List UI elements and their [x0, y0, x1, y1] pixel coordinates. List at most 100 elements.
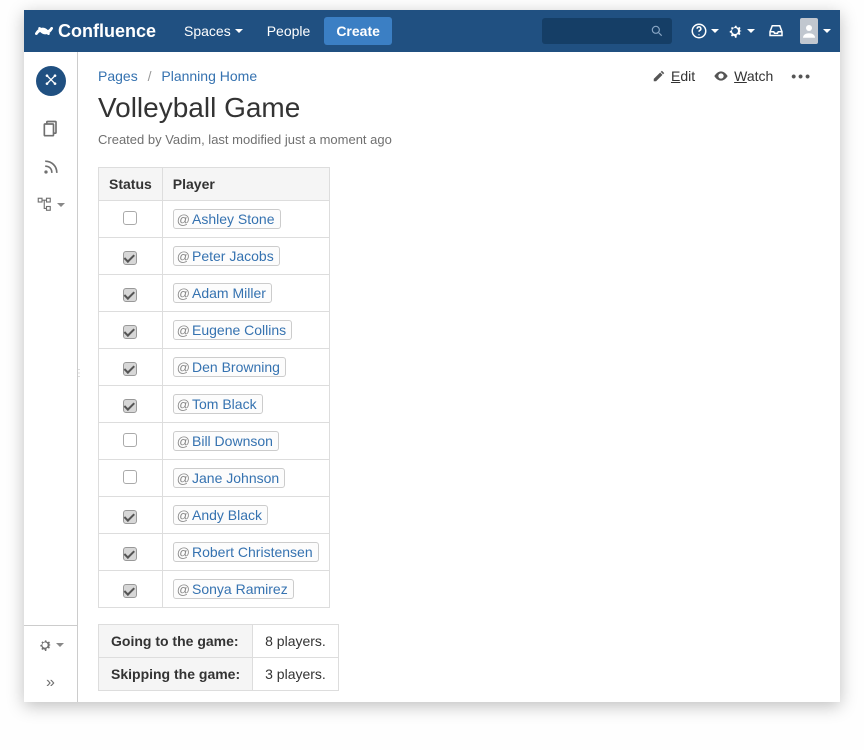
- edit-button[interactable]: Edit: [652, 68, 695, 84]
- watch-button[interactable]: Watch: [713, 68, 773, 84]
- user-mention[interactable]: @Ashley Stone: [173, 209, 281, 229]
- user-mention[interactable]: @Eugene Collins: [173, 320, 292, 340]
- status-checkbox[interactable]: [123, 547, 137, 561]
- sidebar-tree-button[interactable]: [34, 188, 68, 222]
- confluence-logo[interactable]: Confluence: [34, 21, 156, 42]
- status-cell: [99, 349, 163, 386]
- table-row: @Eugene Collins: [99, 312, 330, 349]
- at-symbol: @: [177, 434, 190, 449]
- mention-name: Adam Miller: [192, 285, 266, 301]
- inbox-icon: [767, 22, 785, 40]
- breadcrumb-separator: /: [148, 68, 152, 84]
- table-row: @Jane Johnson: [99, 460, 330, 497]
- summary-table: Going to the game: 8 players. Skipping t…: [98, 624, 339, 691]
- nav-spaces-label: Spaces: [184, 23, 231, 39]
- breadcrumb-planning-home[interactable]: Planning Home: [161, 68, 257, 84]
- status-checkbox[interactable]: [123, 584, 137, 598]
- user-mention[interactable]: @Den Browning: [173, 357, 286, 377]
- brand-text: Confluence: [58, 21, 156, 42]
- at-symbol: @: [177, 360, 190, 375]
- gear-icon: [37, 637, 53, 653]
- status-checkbox[interactable]: [123, 251, 137, 265]
- confluence-logo-icon: [34, 21, 54, 41]
- sidebar-configure-button[interactable]: [24, 626, 77, 664]
- page-content: ⋮ Pages / Planning Home Edit Watch: [78, 52, 840, 702]
- status-checkbox[interactable]: [123, 288, 137, 302]
- sidebar-resize-handle[interactable]: ⋮: [78, 372, 84, 375]
- status-checkbox[interactable]: [123, 362, 137, 376]
- player-cell: @Den Browning: [162, 349, 329, 386]
- space-avatar[interactable]: [36, 66, 66, 96]
- caret-down-icon: [57, 203, 65, 207]
- player-cell: @Tom Black: [162, 386, 329, 423]
- mention-name: Tom Black: [192, 396, 257, 412]
- profile-menu[interactable]: [796, 15, 828, 47]
- player-cell: @Sonya Ramirez: [162, 571, 329, 608]
- sidebar-blog-button[interactable]: [34, 150, 68, 184]
- table-row: @Robert Christensen: [99, 534, 330, 571]
- edit-label: Edit: [671, 68, 695, 84]
- caret-down-icon: [235, 29, 243, 33]
- mention-name: Ashley Stone: [192, 211, 275, 227]
- status-cell: [99, 312, 163, 349]
- user-mention[interactable]: @Bill Downson: [173, 431, 279, 451]
- nav-people[interactable]: People: [257, 17, 321, 45]
- table-row: @Peter Jacobs: [99, 238, 330, 275]
- caret-down-icon: [711, 29, 719, 33]
- status-checkbox[interactable]: [123, 325, 137, 339]
- at-symbol: @: [177, 471, 190, 486]
- eye-icon: [713, 68, 729, 84]
- user-mention[interactable]: @Jane Johnson: [173, 468, 285, 488]
- pages-icon: [41, 119, 61, 139]
- summary-skip-label: Skipping the game:: [99, 658, 253, 691]
- caret-down-icon: [823, 29, 831, 33]
- admin-menu[interactable]: [724, 15, 756, 47]
- user-mention[interactable]: @Robert Christensen: [173, 542, 319, 562]
- player-cell: @Adam Miller: [162, 275, 329, 312]
- user-mention[interactable]: @Sonya Ramirez: [173, 579, 294, 599]
- status-checkbox[interactable]: [123, 211, 137, 225]
- user-mention[interactable]: @Peter Jacobs: [173, 246, 280, 266]
- page-tree-icon: [36, 196, 54, 214]
- mention-name: Robert Christensen: [192, 544, 313, 560]
- status-checkbox[interactable]: [123, 510, 137, 524]
- table-row: @Bill Downson: [99, 423, 330, 460]
- caret-down-icon: [56, 643, 64, 647]
- user-mention[interactable]: @Andy Black: [173, 505, 268, 525]
- sidebar-pages-button[interactable]: [34, 112, 68, 146]
- at-symbol: @: [177, 286, 190, 301]
- watch-label: Watch: [734, 68, 773, 84]
- caret-down-icon: [747, 29, 755, 33]
- status-cell: [99, 238, 163, 275]
- nav-people-label: People: [267, 23, 311, 39]
- help-menu[interactable]: [688, 15, 720, 47]
- create-label: Create: [336, 23, 380, 39]
- mention-name: Eugene Collins: [192, 322, 286, 338]
- sidebar-expand-button[interactable]: »: [24, 664, 77, 702]
- status-cell: [99, 201, 163, 238]
- table-row: @Andy Black: [99, 497, 330, 534]
- search-input[interactable]: [542, 18, 672, 44]
- user-mention[interactable]: @Tom Black: [173, 394, 263, 414]
- at-symbol: @: [177, 545, 190, 560]
- help-icon: [690, 22, 708, 40]
- summary-going-value: 8 players.: [253, 625, 339, 658]
- player-cell: @Andy Black: [162, 497, 329, 534]
- breadcrumb: Pages / Planning Home: [98, 68, 257, 84]
- status-checkbox[interactable]: [123, 470, 137, 484]
- status-cell: [99, 275, 163, 312]
- expand-icon: »: [46, 674, 55, 692]
- create-button[interactable]: Create: [324, 17, 392, 45]
- notifications-button[interactable]: [760, 15, 792, 47]
- user-mention[interactable]: @Adam Miller: [173, 283, 272, 303]
- players-table: Status Player @Ashley Stone@Peter Jacobs…: [98, 167, 330, 608]
- col-player-header: Player: [162, 168, 329, 201]
- breadcrumb-pages[interactable]: Pages: [98, 68, 138, 84]
- status-checkbox[interactable]: [123, 433, 137, 447]
- nav-spaces[interactable]: Spaces: [174, 17, 253, 45]
- more-actions-button[interactable]: •••: [791, 68, 812, 84]
- gear-icon: [726, 22, 744, 40]
- player-cell: @Eugene Collins: [162, 312, 329, 349]
- status-cell: [99, 460, 163, 497]
- status-checkbox[interactable]: [123, 399, 137, 413]
